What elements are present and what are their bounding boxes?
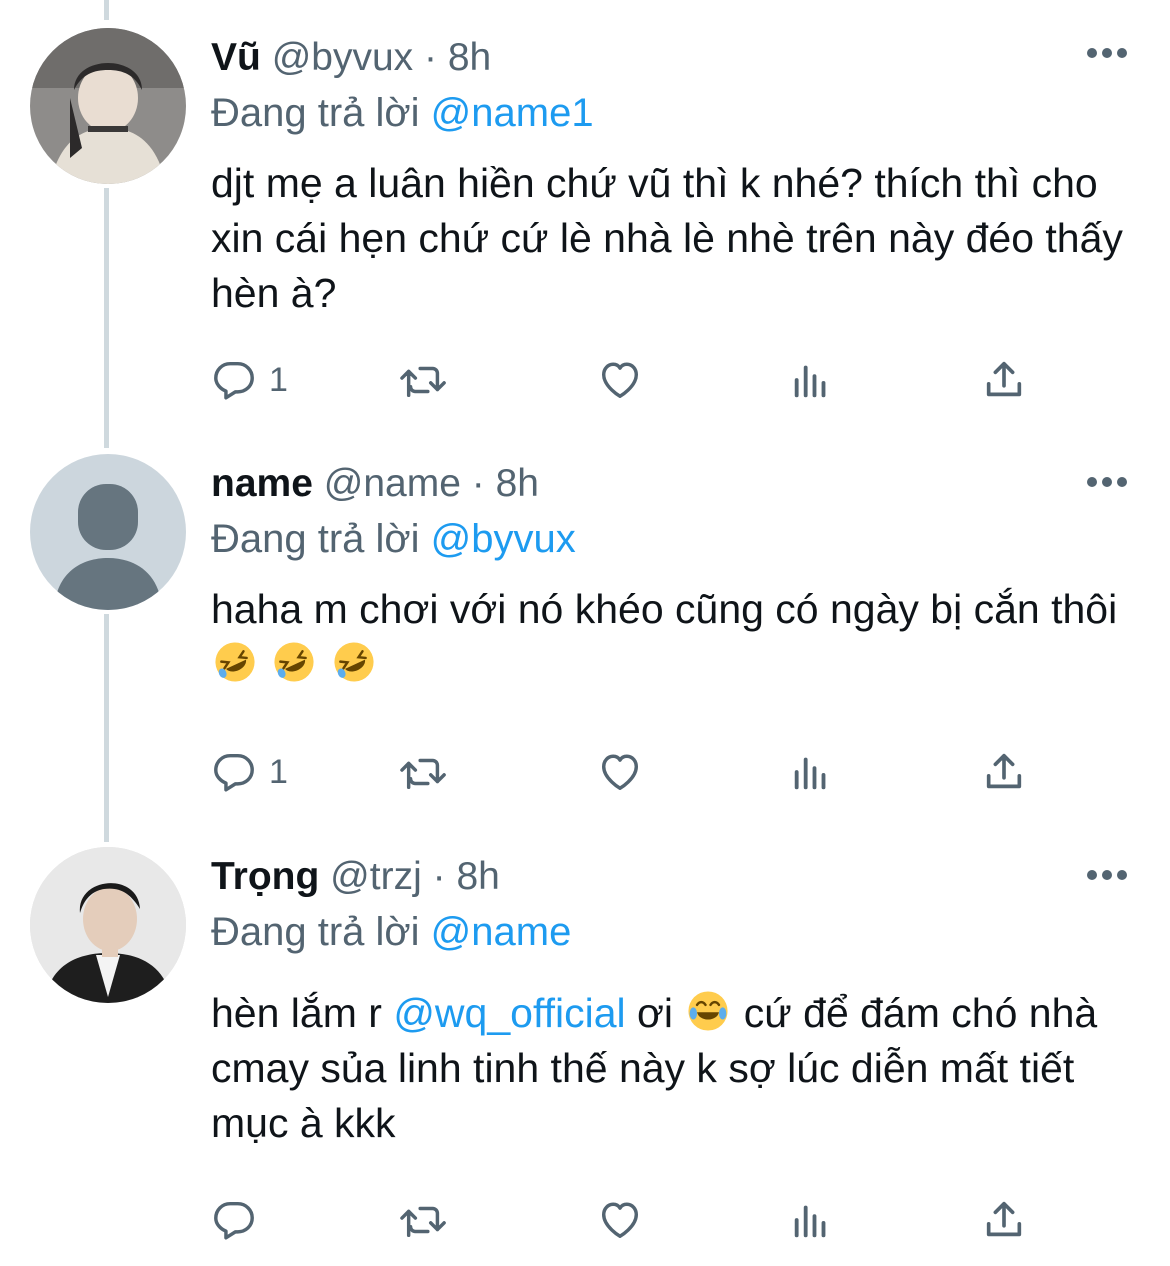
action-bar [211,1195,1061,1245]
tweet[interactable]: Trọng @trzj · 8h Đang trả lời @name hèn … [0,840,1170,1266]
timestamp[interactable]: 8h [448,36,491,79]
like-icon [601,754,639,791]
like-icon [601,362,639,399]
retweet-icon [400,366,446,398]
default-avatar-icon [30,454,186,610]
tweet-text-content: haha m chơi với nó khéo cũng có ngày bị … [211,586,1118,632]
like-button[interactable] [597,1195,643,1245]
avatar[interactable] [30,28,186,184]
timestamp[interactable]: 8h [496,462,539,505]
reply-button[interactable]: 1 [211,355,288,405]
retweet-icon [400,758,446,790]
views-icon [794,365,826,398]
replying-to: Đang trả lời @name [211,906,571,958]
replying-mention[interactable]: @byvux [431,517,576,561]
separator-dot: · [432,855,446,898]
tweet-text-part: hèn lắm r [211,990,394,1036]
share-icon [986,753,1022,789]
tweet-header: name @name · 8h [211,459,539,509]
views-button[interactable] [789,747,835,797]
more-icon[interactable] [1086,475,1128,489]
share-button[interactable] [981,355,1027,405]
tweet-mention[interactable]: @wq_official [393,990,625,1036]
reply-button[interactable]: 1 [211,747,288,797]
tweet[interactable]: name @name · 8h Đang trả lời @byvux haha… [0,440,1170,840]
replying-to: Đang trả lời @byvux [211,513,576,565]
like-icon [601,1202,639,1239]
joy-emoji-icon [688,991,728,1031]
separator-dot: · [424,36,438,79]
like-button[interactable] [597,747,643,797]
tweet-header: Trọng @trzj · 8h [211,852,500,902]
reply-icon [214,361,254,400]
views-button[interactable] [789,1195,835,1245]
retweet-button[interactable] [399,747,449,797]
retweet-button[interactable] [399,1195,449,1245]
views-button[interactable] [789,355,835,405]
user-handle[interactable]: @byvux [272,36,413,79]
replying-mention[interactable]: @name [431,910,572,954]
user-handle[interactable]: @name [324,462,461,505]
share-button[interactable] [981,1195,1027,1245]
reply-icon [214,753,254,792]
rofl-emoji-icon [215,642,255,682]
display-name[interactable]: Trọng [211,855,319,898]
more-icon[interactable] [1086,46,1128,60]
views-icon [794,757,826,790]
display-name[interactable]: name [211,462,313,505]
tweet-text: djt mẹ a luân hiền chứ vũ thì k nhé? thí… [211,160,1123,316]
reply-icon [214,1201,254,1240]
tweet-text: hèn lắm r @wq_official ơi cứ để đám chó … [211,986,1131,1151]
separator-dot: · [471,462,485,505]
tweet-text-part: ơi [625,990,685,1036]
share-icon [986,1201,1022,1237]
more-icon[interactable] [1086,868,1128,882]
like-button[interactable] [597,355,643,405]
tweet-header: Vũ @byvux · 8h [211,33,491,83]
replying-mention[interactable]: @name1 [431,91,594,135]
tweet[interactable]: Vũ @byvux · 8h Đang trả lời @name1 djt m… [0,0,1170,440]
action-bar: 1 [211,355,1061,405]
display-name[interactable]: Vũ [211,36,261,79]
rofl-emoji-icon [274,642,314,682]
reply-count: 1 [269,360,288,399]
share-button[interactable] [981,747,1027,797]
tweet-text: haha m chơi với nó khéo cũng có ngày bị … [211,582,1131,692]
replying-prefix: Đang trả lời [211,910,420,954]
action-bar: 1 [211,747,1061,797]
share-icon [986,361,1022,397]
rofl-emoji-icon [334,642,374,682]
timestamp[interactable]: 8h [456,855,499,898]
reply-button[interactable] [211,1195,269,1245]
avatar[interactable] [30,454,186,610]
user-handle[interactable]: @trzj [330,855,422,898]
replying-prefix: Đang trả lời [211,517,420,561]
avatar[interactable] [30,847,186,1003]
views-icon [794,1205,826,1238]
replying-prefix: Đang trả lời [211,91,420,135]
reply-count: 1 [269,752,288,791]
replying-to: Đang trả lời @name1 [211,87,594,139]
retweet-icon [400,1206,446,1238]
retweet-button[interactable] [399,355,449,405]
